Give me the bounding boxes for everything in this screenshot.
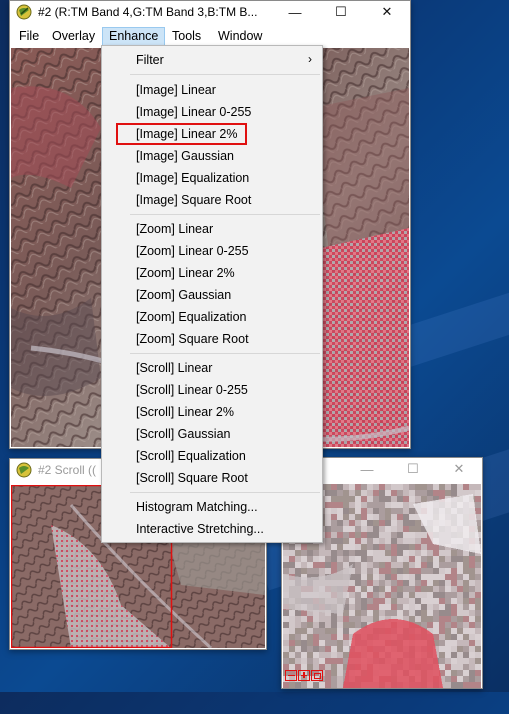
menu-item-image-equalization[interactable]: [Image] Equalization bbox=[136, 171, 249, 185]
menu-item-histogram-matching[interactable]: Histogram Matching... bbox=[136, 500, 258, 514]
menu-item-interactive-stretching[interactable]: Interactive Stretching... bbox=[136, 522, 264, 536]
menu-item-zoom-linear-2pct[interactable]: [Zoom] Linear 2% bbox=[136, 266, 235, 280]
menu-separator bbox=[130, 353, 320, 354]
menu-item-scroll-equalization[interactable]: [Scroll] Equalization bbox=[136, 449, 246, 463]
menu-item-filter[interactable]: Filter bbox=[136, 53, 164, 67]
menu-item-zoom-gaussian[interactable]: [Zoom] Gaussian bbox=[136, 288, 231, 302]
red-highlight-box bbox=[116, 123, 247, 145]
menu-item-scroll-square-root[interactable]: [Scroll] Square Root bbox=[136, 471, 248, 485]
minimize-button[interactable]: — bbox=[344, 458, 390, 480]
menu-item-image-linear[interactable]: [Image] Linear bbox=[136, 83, 216, 97]
image-window-title: #2 (R:TM Band 4,G:TM Band 3,B:TM B... bbox=[38, 5, 258, 19]
zoom-controls bbox=[285, 670, 323, 681]
menu-window[interactable]: Window bbox=[212, 28, 268, 45]
menu-separator bbox=[130, 74, 320, 75]
envi-globe-icon bbox=[16, 4, 32, 20]
maximize-button[interactable]: ☐ bbox=[390, 458, 436, 480]
menu-item-zoom-linear-0-255[interactable]: [Zoom] Linear 0-255 bbox=[136, 244, 249, 258]
menu-item-zoom-square-root[interactable]: [Zoom] Square Root bbox=[136, 332, 249, 346]
zoom-in-icon[interactable] bbox=[298, 670, 310, 681]
envi-globe-icon bbox=[16, 462, 32, 478]
menu-file[interactable]: File bbox=[13, 28, 45, 45]
menu-item-image-linear-0-255[interactable]: [Image] Linear 0-255 bbox=[136, 105, 251, 119]
menu-item-scroll-linear-0-255[interactable]: [Scroll] Linear 0-255 bbox=[136, 383, 248, 397]
menu-item-scroll-linear[interactable]: [Scroll] Linear bbox=[136, 361, 212, 375]
menu-item-image-square-root[interactable]: [Image] Square Root bbox=[136, 193, 251, 207]
scroll-window-title: #2 Scroll (( bbox=[38, 463, 97, 477]
minimize-button[interactable]: — bbox=[272, 1, 318, 23]
menu-enhance[interactable]: Enhance bbox=[102, 27, 166, 46]
menu-separator bbox=[130, 214, 320, 215]
close-button[interactable]: ✕ bbox=[436, 458, 482, 480]
maximize-button[interactable]: ☐ bbox=[318, 1, 364, 23]
close-button[interactable]: ✕ bbox=[364, 1, 410, 23]
menu-overlay[interactable]: Overlay bbox=[46, 28, 101, 45]
submenu-arrow-icon: › bbox=[308, 52, 312, 66]
enhance-dropdown-menu: Filter › [Image] Linear [Image] Linear 0… bbox=[101, 45, 323, 543]
menubar: File Overlay Enhance Tools Window bbox=[10, 27, 410, 46]
menu-tools[interactable]: Tools bbox=[166, 28, 207, 45]
menu-separator bbox=[130, 492, 320, 493]
menu-item-image-gaussian[interactable]: [Image] Gaussian bbox=[136, 149, 234, 163]
menu-item-scroll-gaussian[interactable]: [Scroll] Gaussian bbox=[136, 427, 230, 441]
menu-item-scroll-linear-2pct[interactable]: [Scroll] Linear 2% bbox=[136, 405, 234, 419]
menu-item-zoom-linear[interactable]: [Zoom] Linear bbox=[136, 222, 213, 236]
image-window-titlebar[interactable]: #2 (R:TM Band 4,G:TM Band 3,B:TM B... — … bbox=[10, 1, 410, 23]
zoom-out-icon[interactable] bbox=[285, 670, 297, 681]
menu-item-zoom-equalization[interactable]: [Zoom] Equalization bbox=[136, 310, 246, 324]
zoom-fit-icon[interactable] bbox=[311, 670, 323, 681]
